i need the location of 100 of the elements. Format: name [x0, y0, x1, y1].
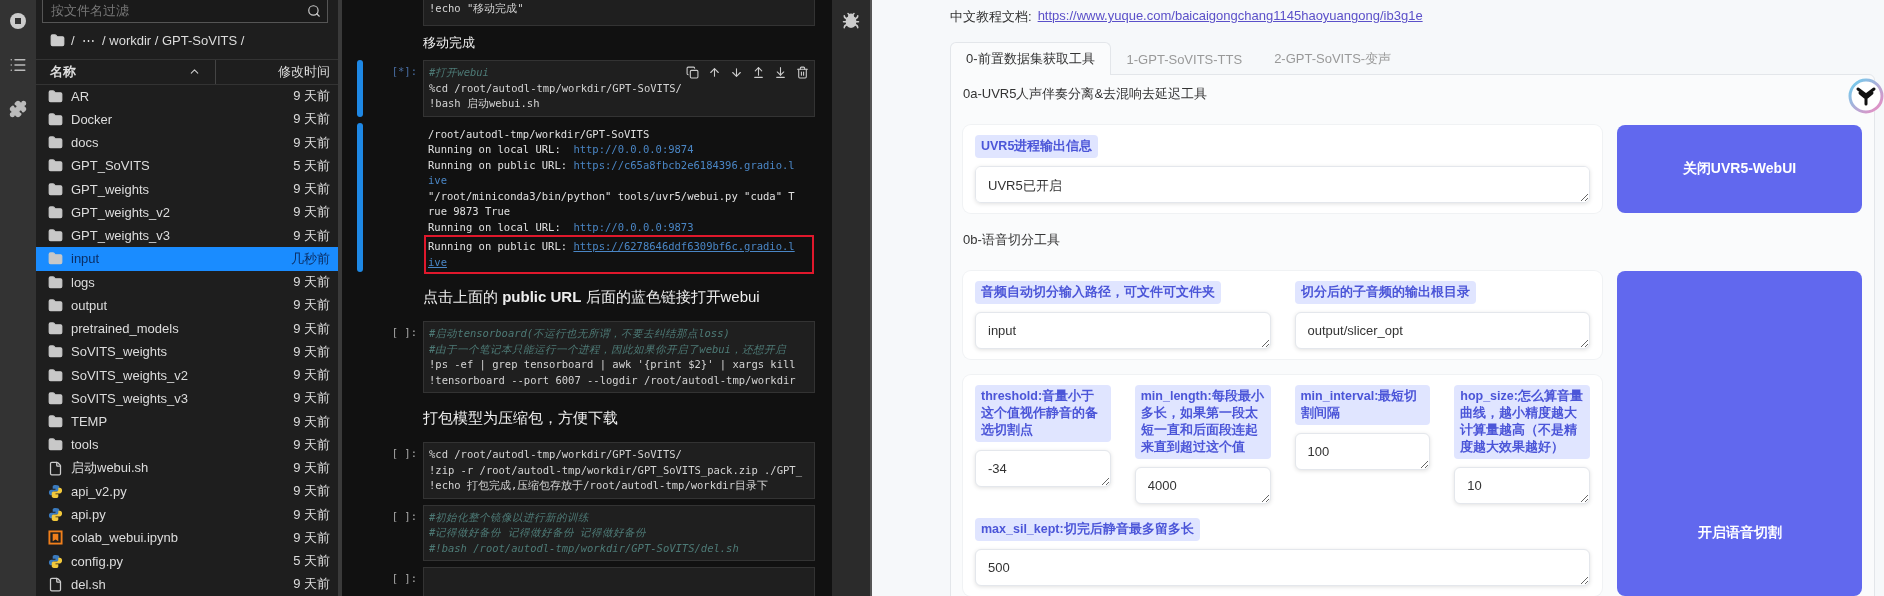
file-name: input	[71, 251, 101, 267]
trash-icon[interactable]	[796, 66, 809, 79]
folder-icon	[48, 344, 63, 360]
action-button[interactable]: 关闭UVR5-WebUI	[1617, 125, 1862, 213]
field-label: hop_size:怎么算音量曲线，越小精度越大计算量越高（不是精度越大效果越好）	[1454, 385, 1590, 459]
action-button[interactable]: 开启语音切割	[1617, 271, 1862, 596]
field-label: max_sil_kept:切完后静音最多留多长	[975, 518, 1200, 541]
code-cell[interactable]: !echo "移动完成"	[423, 0, 815, 26]
output-text: Running on local URL:	[428, 219, 562, 235]
file-row[interactable]: del.sh 9 天前	[36, 572, 338, 596]
file-name: colab_webui.ipynb	[71, 530, 179, 546]
copy-icon[interactable]	[686, 66, 699, 79]
text-field[interactable]: 4000	[1134, 467, 1271, 504]
code-cell[interactable]: #初始化整个镜像以进行新的训练 #记得做好备份 记得做好备份 记得做好备份 #!bash /root/autodl-tmp/workdir/GPT-SoVITS/del.sh	[423, 504, 815, 561]
file-row[interactable]: input 几秒前	[36, 247, 338, 271]
modified-time: 9 天前	[293, 110, 330, 129]
filter-field[interactable]: 按文件名过滤	[42, 0, 328, 23]
file-row[interactable]: TEMP 9 天前	[36, 410, 338, 434]
file-row[interactable]: tools 9 天前	[36, 433, 338, 457]
file-row[interactable]: SoVITS_weights_v2 9 天前	[36, 363, 338, 387]
file-row[interactable]: GPT_SoVITS 5 天前	[36, 154, 338, 178]
breadcrumb[interactable]: / ⋯ / workdir / GPT-SoVITS /	[71, 33, 245, 49]
file-name: SoVITS_weights	[71, 344, 169, 360]
file-row[interactable]: GPT_weights_v3 9 天前	[36, 224, 338, 248]
filter-input[interactable]: 按文件名过滤	[49, 2, 307, 20]
cell-prompt: [*]:	[391, 64, 417, 79]
file-name: api_v2.py	[71, 483, 128, 499]
text-field[interactable]: 10	[1454, 467, 1590, 504]
python-icon	[48, 507, 63, 523]
output-link[interactable]: https://c65a8fbcb2e6184396.gradio.l	[573, 157, 795, 173]
text-field[interactable]: -34	[975, 450, 1111, 487]
modified-time: 9 天前	[293, 528, 330, 547]
modified-time: 9 天前	[293, 180, 330, 199]
tutorial-link[interactable]: https://www.yuque.com/baicaigongchang1145haoyuangong/ib3g1e	[1037, 8, 1423, 26]
output-text: Running on public URL:	[428, 239, 569, 254]
folder-icon	[48, 204, 63, 220]
folder-icon	[48, 181, 63, 197]
file-row[interactable]: colab_webui.ipynb 9 天前	[36, 526, 338, 550]
puzzle-icon[interactable]	[9, 100, 27, 118]
code-line: #启动tensorboard(不运行也无所谓，不要去纠结那点loss)	[429, 326, 730, 341]
code-line: #初始化整个镜像以进行新的训练	[429, 509, 590, 525]
file-name: GPT_weights_v3	[71, 228, 171, 244]
output-link[interactable]: http://0.0.0.0:9874	[573, 142, 694, 158]
folder-icon	[48, 158, 63, 174]
file-row[interactable]: api.py 9 天前	[36, 503, 338, 527]
list-icon[interactable]	[9, 56, 27, 74]
text-field[interactable]: 500	[975, 549, 1590, 586]
file-name: AR	[71, 88, 91, 104]
modified-time: 9 天前	[293, 366, 330, 385]
bug-icon[interactable]	[842, 12, 860, 30]
code-cell[interactable]: #打开webui %cd /root/autodl-tmp/workdir/GPT-SoVITS/ !bash 启动webui.sh	[423, 60, 815, 117]
file-row[interactable]: 启动webui.sh 9 天前	[36, 456, 338, 480]
arrow-down-icon[interactable]	[730, 66, 743, 79]
folder-icon[interactable]	[50, 33, 65, 49]
stop-icon[interactable]	[9, 12, 27, 30]
file-name: SoVITS_weights_v2	[71, 367, 190, 383]
folder-icon	[48, 135, 63, 151]
code-cell[interactable]	[423, 567, 815, 596]
modified-time: 9 天前	[293, 133, 330, 152]
field-label: 音频自动切分输入路径，可文件可文件夹	[975, 281, 1221, 304]
insert-above-icon[interactable]	[752, 66, 765, 79]
output-link[interactable]: http://0.0.0.0:9873	[573, 219, 694, 235]
text-field[interactable]: UVR5已开启	[975, 166, 1590, 203]
file-name: config.py	[71, 553, 125, 569]
output-link[interactable]: ive	[428, 173, 447, 189]
text-field[interactable]: 100	[1294, 433, 1431, 470]
code-line: !echo "移动完成"	[429, 1, 524, 16]
file-row[interactable]: GPT_weights_v2 9 天前	[36, 200, 338, 224]
python-icon	[48, 553, 63, 569]
file-row[interactable]: GPT_weights 9 天前	[36, 177, 338, 201]
file-row[interactable]: output 9 天前	[36, 293, 338, 317]
file-row[interactable]: pretrained_models 9 天前	[36, 317, 338, 341]
column-header[interactable]: 名称	[36, 62, 76, 81]
insert-below-icon[interactable]	[774, 66, 787, 79]
folder-icon	[48, 414, 63, 430]
file-row[interactable]: logs 9 天前	[36, 270, 338, 294]
modified-time: 5 天前	[293, 156, 330, 175]
arrow-up-icon[interactable]	[708, 66, 721, 79]
output-link[interactable]: https://6278646ddf6309bf6c.gradio.l	[573, 239, 795, 255]
file-row[interactable]: Docker 9 天前	[36, 107, 338, 131]
file-row[interactable]: api_v2.py 9 天前	[36, 479, 338, 503]
text-field[interactable]: input	[975, 312, 1271, 349]
output-text: /root/autodl-tmp/workdir/GPT-SoVITS	[428, 126, 650, 142]
file-row[interactable]: docs 9 天前	[36, 131, 338, 155]
folder-icon	[48, 390, 63, 406]
file-row[interactable]: SoVITS_weights_v3 9 天前	[36, 386, 338, 410]
modified-time: 9 天前	[293, 296, 330, 315]
file-row[interactable]: SoVITS_weights 9 天前	[36, 340, 338, 364]
file-name: del.sh	[71, 576, 107, 592]
output-link[interactable]: ive	[428, 254, 447, 270]
modified-time: 9 天前	[293, 575, 330, 594]
file-row[interactable]: config.py 5 天前	[36, 549, 338, 573]
file-row[interactable]: AR 9 天前	[36, 84, 338, 108]
tab[interactable]: 0-前置数据集获取工具	[950, 42, 1111, 75]
folder-icon	[48, 88, 63, 104]
text-field[interactable]: output/slicer_opt	[1294, 312, 1590, 349]
output-text: "/root/miniconda3/bin/python" tools/uvr5/webui.py "cuda" T	[428, 188, 795, 204]
column-header[interactable]: 修改时间	[278, 62, 338, 81]
code-cell[interactable]: %cd /root/autodl-tmp/workdir/GPT-SoVITS/ !zip -r /root/autodl-tmp/workdir/GPT_SoVITS_pack.zip ./GPT_ !echo 打包完成,压缩包存放于/root/autodl-tmp/workdir目录下	[423, 442, 815, 499]
search-icon[interactable]	[307, 3, 321, 18]
